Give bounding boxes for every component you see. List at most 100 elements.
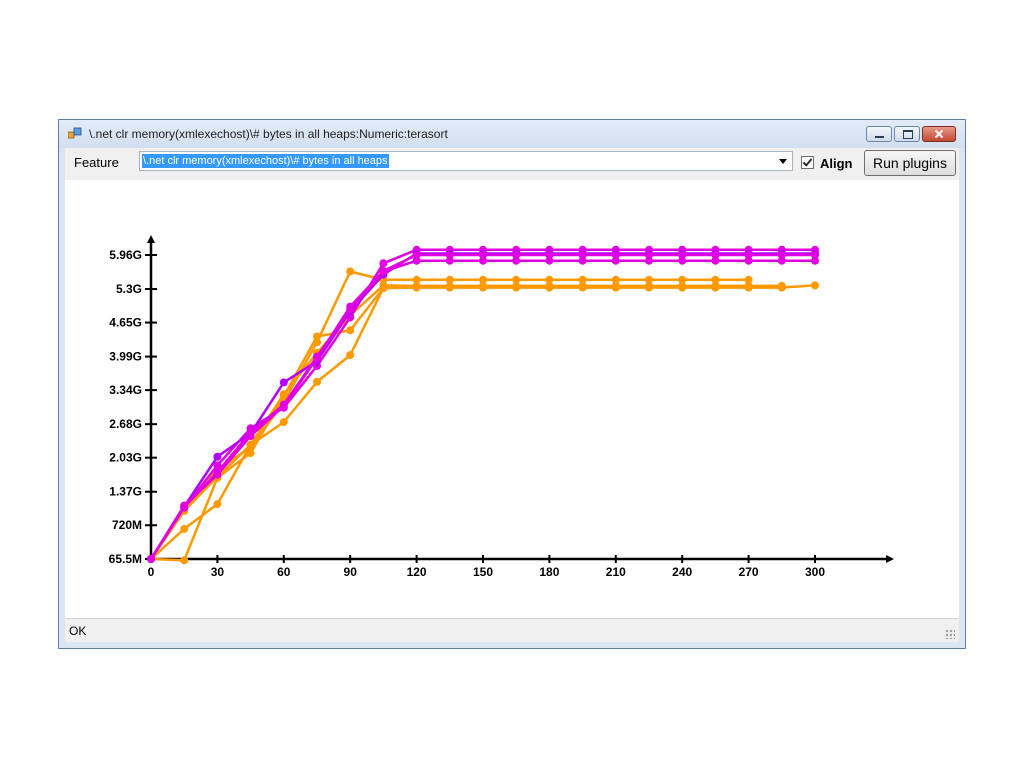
series-8-point [744,256,753,265]
series-line-6 [149,252,815,560]
x-tick-label: 180 [539,565,559,579]
series-8-point [147,555,155,563]
series-1-point [279,418,288,427]
series-1-point [346,351,355,360]
series-8-point [512,256,521,265]
series-8-point [811,256,819,265]
x-tick-label: 270 [739,565,759,579]
series-8-point [678,256,687,265]
series-line-4 [149,284,782,560]
series-4-point [744,281,753,290]
title-bar[interactable]: \.net clr memory(xmlexechost)\# bytes in… [59,120,965,148]
series-1-point [180,524,189,533]
series-line-7 [149,253,815,560]
resize-grip-icon[interactable] [945,629,955,639]
y-tick-label: 3.34G [109,383,142,397]
series-4-point [479,281,487,290]
series-4-point [578,281,587,290]
y-tick-label: 3.99G [109,350,142,364]
x-tick-label: 0 [148,565,155,579]
y-tick-label: 1.37G [109,485,142,499]
x-tick-label: 60 [277,565,291,579]
align-label[interactable]: Align [820,156,853,171]
feature-value: \.net clr memory(xmlexechost)\# bytes in… [142,154,389,168]
series-6-point [279,378,288,387]
x-tick-label: 300 [805,565,825,579]
series-8-point [578,256,587,265]
window-title: \.net clr memory(xmlexechost)\# bytes in… [89,127,448,141]
series-8-point [479,256,487,265]
series-8-point [379,267,388,276]
series-1-point [213,500,222,509]
series-2-point [346,326,355,335]
series-8-point [711,256,720,265]
y-tick-label: 2.68G [109,417,142,431]
series-3-point [346,267,355,276]
app-icon [68,127,82,139]
chevron-down-icon[interactable] [779,159,787,164]
y-axis-arrow [147,235,155,243]
series-line-1 [150,284,816,560]
app-window: \.net clr memory(xmlexechost)\# bytes in… [58,119,966,649]
status-text: OK [69,624,87,638]
y-tick-label: 2.03G [109,451,142,465]
x-tick-label: 210 [606,565,626,579]
series-line-3 [149,270,749,560]
series-4-point [246,440,255,449]
series-1-point [811,281,819,290]
series-8-point [611,256,620,265]
x-tick-label: 240 [672,565,692,579]
x-tick-label: 90 [344,565,358,579]
close-icon[interactable] [922,126,956,142]
series-8-point [279,400,288,409]
x-axis-arrow [886,555,894,563]
series-8-point [213,468,222,477]
series-line-2 [150,286,782,562]
series-4-point [777,281,786,290]
series-4-point [545,281,554,290]
series-8-point [180,503,189,512]
series-1-point [313,377,321,386]
y-tick-label: 5.96G [109,248,142,262]
series-4-point [379,281,388,290]
series-4-point [678,281,687,290]
series-3-point [313,338,321,347]
series-5-point [379,259,388,268]
series-4-point [412,281,421,290]
series-8-point [313,352,321,361]
align-checkbox[interactable] [801,156,814,169]
series-8-point [777,256,786,265]
minimize-icon[interactable] [866,126,892,142]
run-plugins-button[interactable]: Run plugins [864,150,956,176]
series-8-point [346,305,355,314]
y-tick-label: 4.65G [109,316,142,330]
series-line-5 [149,248,815,560]
series-6-point [213,452,222,461]
maximize-icon[interactable] [894,126,920,142]
x-tick-label: 30 [211,565,225,579]
series-4-point [711,281,720,290]
series-8-point [545,256,554,265]
chart-area: 0 30 60 90 120 150 180 210 240 270 300 65.5M 720M 1.3… [65,180,959,618]
series-8-point [645,256,653,265]
series-8-point [412,256,421,265]
series-line-8 [149,259,815,560]
series-8-point [445,256,454,265]
series-4-point [645,281,653,290]
y-tick-label: 720M [112,518,142,532]
feature-label: Feature [74,155,119,170]
y-tick-label: 65.5M [109,552,142,566]
series-4-point [611,281,620,290]
feature-dropdown[interactable]: \.net clr memory(xmlexechost)\# bytes in… [139,151,793,171]
line-chart: 0 30 60 90 120 150 180 210 240 270 300 65.5M 720M 1.3… [109,235,894,579]
series-4-point [279,390,288,399]
y-tick-label: 5.3G [116,282,142,296]
client-area: Feature \.net clr memory(xmlexechost)\# … [65,148,959,642]
status-bar: OK [65,618,959,642]
x-tick-label: 120 [407,565,427,579]
series-8-point [246,428,255,437]
series-4-point [512,281,521,290]
x-tick-label: 150 [473,565,493,579]
series-2-point [180,556,189,565]
series-4-point [445,281,454,290]
